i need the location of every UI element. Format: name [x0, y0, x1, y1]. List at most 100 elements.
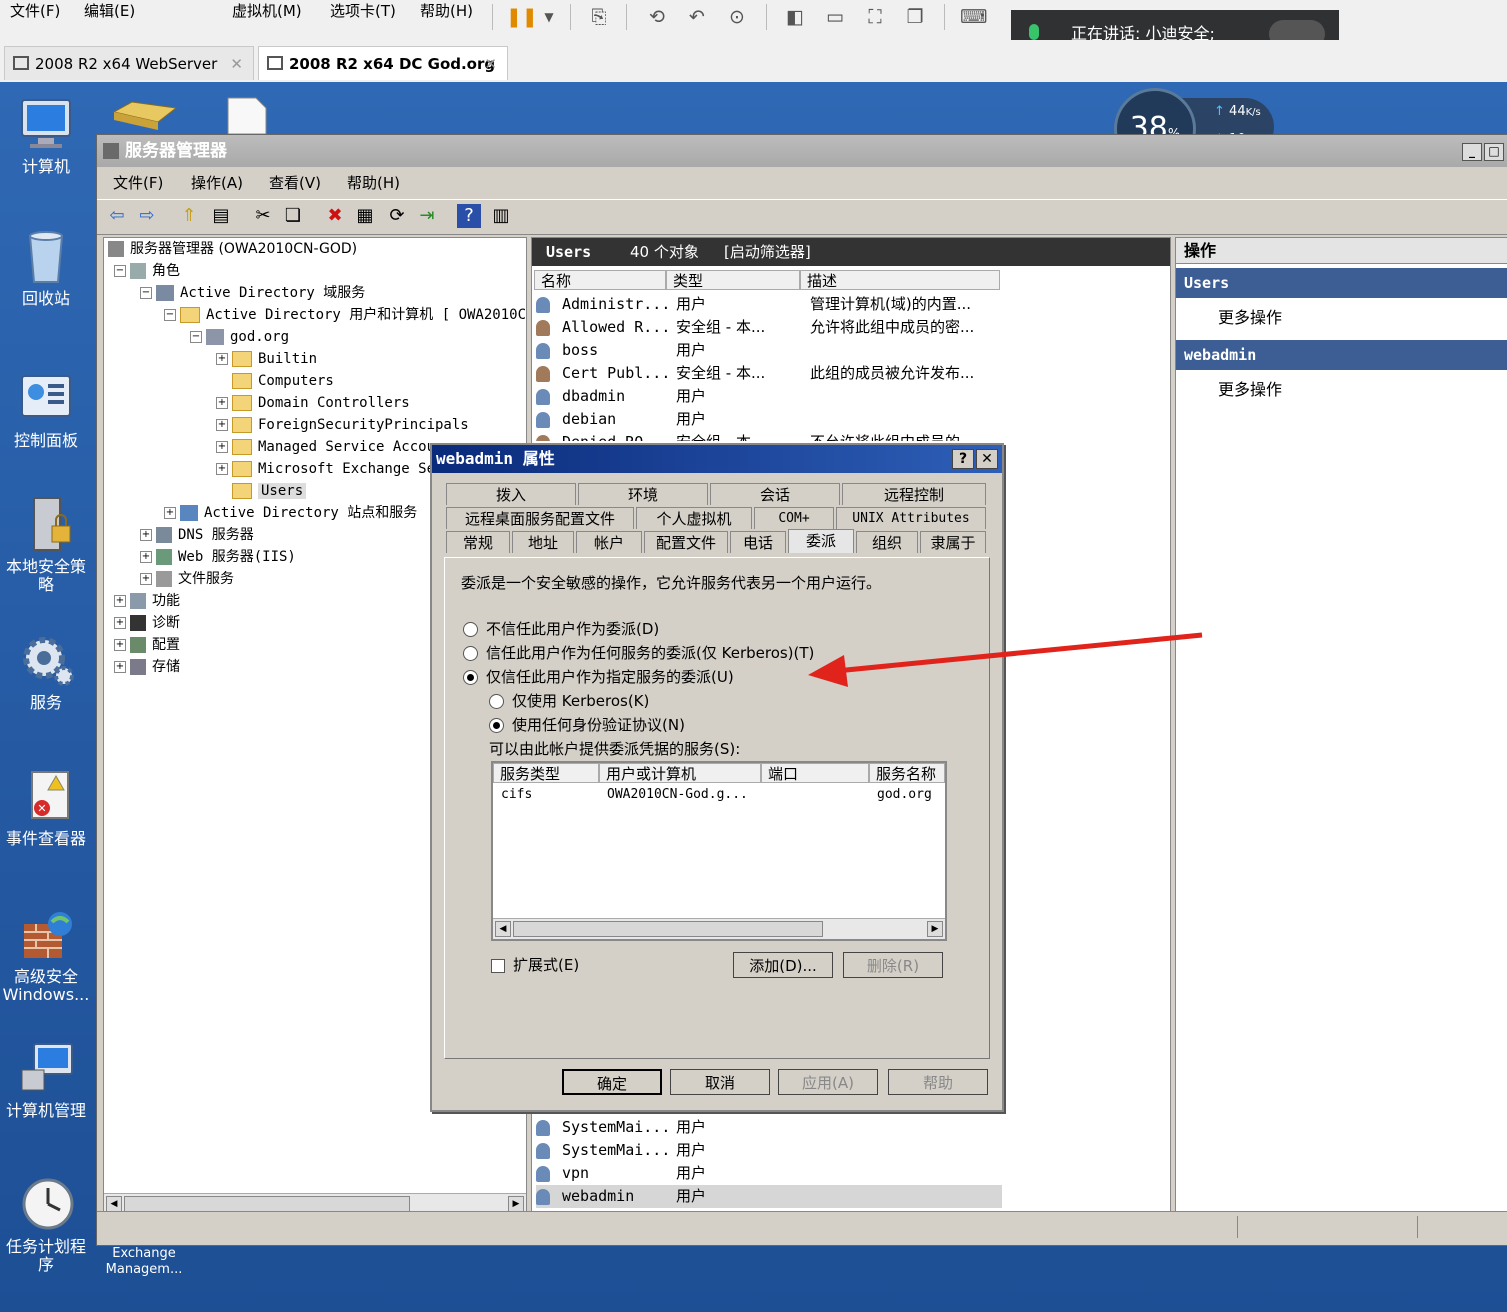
scroll-thumb[interactable] [124, 1196, 410, 1212]
desktop-icon-recycle-bin[interactable]: 回收站 [0, 228, 92, 308]
menu-file[interactable]: 文件(F) [113, 167, 163, 199]
list-row[interactable]: vpn 用户 [536, 1162, 1002, 1185]
tab-remote-control[interactable]: 远程控制 [842, 483, 986, 505]
refresh-icon[interactable]: ⟳ [385, 204, 409, 228]
tab-environment[interactable]: 环境 [578, 483, 708, 505]
tab-organization[interactable]: 组织 [856, 531, 918, 553]
column-service-type[interactable]: 服务类型 [493, 763, 599, 783]
tree-item-computers[interactable]: Computers [232, 370, 334, 392]
more-actions-link[interactable]: 更多操作 [1218, 376, 1282, 400]
collapse-icon[interactable]: − [140, 287, 152, 299]
collapse-icon[interactable]: − [114, 265, 126, 277]
expand-icon[interactable]: + [140, 529, 152, 541]
tree-item-configuration[interactable]: + 配置 [114, 634, 180, 656]
tree-item-aduc[interactable]: − Active Directory 用户和计算机 [ OWA2010C [164, 304, 526, 326]
add-button[interactable]: 添加(D)... [733, 952, 833, 978]
option-any-protocol[interactable]: 使用任何身份验证协议(N) [489, 714, 685, 735]
forward-icon[interactable]: ⇨ [135, 204, 159, 228]
up-folder-icon[interactable]: ⇑ [177, 204, 201, 228]
unity-icon[interactable]: ❐ [902, 4, 928, 30]
desktop-icon-task-scheduler[interactable]: 任务计划程序 [0, 1176, 92, 1274]
list-row[interactable]: Denied RO... 安全组 - 本... 不允许将此组中成员的... [536, 431, 1002, 441]
host-menu-vm[interactable]: 虚拟机(M) [232, 0, 302, 22]
list-row[interactable]: Cert Publ... 安全组 - 本... 此组的成员被允许发布... [536, 362, 1002, 385]
option-do-not-trust[interactable]: 不信任此用户作为委派(D) [463, 618, 659, 639]
tree-item-exchange[interactable]: + Microsoft Exchange Se [216, 458, 435, 480]
expanded-checkbox[interactable]: 扩展式(E) [491, 954, 579, 975]
actions-section-header[interactable]: Users [1176, 268, 1507, 298]
more-actions-link[interactable]: 更多操作 [1218, 304, 1282, 328]
radio-button[interactable] [463, 646, 478, 661]
close-icon[interactable]: ✕ [976, 449, 998, 469]
tree-item-managed-service[interactable]: + Managed Service Accou [216, 436, 435, 458]
host-menu-tabs[interactable]: 选项卡(T) [330, 0, 396, 22]
tree-item-ad-ds[interactable]: − Active Directory 域服务 [140, 282, 365, 304]
cut-icon[interactable]: ✂ [251, 204, 275, 228]
tree-item-storage[interactable]: + 存储 [114, 656, 180, 678]
action-pane-icon[interactable]: ▥ [489, 204, 513, 228]
pause-icon[interactable]: ❚❚ [506, 4, 538, 30]
tree-root[interactable]: 服务器管理器 (OWA2010CN-GOD) [108, 238, 357, 260]
show-hide-tree-icon[interactable]: ▤ [209, 204, 233, 228]
scroll-left-icon[interactable]: ◀ [106, 1196, 122, 1212]
column-port[interactable]: 端口 [761, 763, 869, 783]
tree-item-dns[interactable]: + DNS 服务器 [140, 524, 254, 546]
expand-icon[interactable]: + [114, 661, 126, 673]
thumbnail-icon[interactable]: ▭ [822, 4, 848, 30]
vm-tab-dc[interactable]: 2008 R2 x64 DC God.org ✕ [258, 46, 508, 80]
menu-action[interactable]: 操作(A) [191, 167, 243, 199]
expand-icon[interactable]: + [114, 639, 126, 651]
desktop-icon-local-security-policy[interactable]: 本地安全策略 [0, 496, 92, 594]
back-icon[interactable]: ⇦ [105, 204, 129, 228]
tree-item-domain-controllers[interactable]: + Domain Controllers [216, 392, 410, 414]
collapse-icon[interactable]: − [164, 309, 176, 321]
window-titlebar[interactable]: 服务器管理器 _ □ [97, 135, 1507, 167]
apply-button[interactable]: 应用(A) [778, 1069, 878, 1095]
expand-icon[interactable]: + [216, 463, 228, 475]
tree-item-file-services[interactable]: + 文件服务 [140, 568, 234, 590]
desktop-icon-firewall[interactable]: 高级安全 Windows... [0, 906, 92, 1004]
column-type[interactable]: 类型 [666, 270, 800, 290]
delete-icon[interactable]: ✖ [323, 204, 347, 228]
tree-item-diagnostics[interactable]: + 诊断 [114, 612, 180, 634]
actions-section-header[interactable]: webadmin [1176, 340, 1507, 370]
dialog-titlebar[interactable]: webadmin 属性 ? ✕ [432, 445, 1002, 473]
scroll-right-icon[interactable]: ▶ [508, 1196, 524, 1212]
column-description[interactable]: 描述 [800, 270, 1000, 290]
properties-icon[interactable]: ▦ [353, 204, 377, 228]
host-menu-help[interactable]: 帮助(H) [420, 0, 473, 22]
tree-item-features[interactable]: + 功能 [114, 590, 180, 612]
tab-telephones[interactable]: 电话 [730, 531, 786, 553]
context-help-button[interactable]: ? [952, 449, 974, 469]
option-trust-specified-services[interactable]: 仅信任此用户作为指定服务的委派(U) [463, 666, 734, 687]
close-icon[interactable]: ✕ [230, 47, 243, 81]
expand-icon[interactable]: + [216, 397, 228, 409]
column-service-name[interactable]: 服务名称 [869, 763, 945, 783]
ok-button[interactable]: 确定 [562, 1069, 662, 1095]
expand-icon[interactable]: + [164, 507, 176, 519]
host-menu-edit[interactable]: 编辑(E) [84, 0, 135, 22]
desktop-icon-exchange[interactable]: Exchange Managem... [98, 1246, 190, 1278]
desktop-icon-computer[interactable]: 计算机 [0, 96, 92, 176]
close-icon[interactable]: ✕ [484, 47, 497, 81]
tab-general[interactable]: 常规 [446, 531, 510, 553]
column-name[interactable]: 名称 [534, 270, 666, 290]
service-row[interactable]: cifs OWA2010CN-God.g... god.org [493, 787, 945, 807]
console-icon[interactable]: ⌨ [960, 4, 987, 30]
tab-delegation[interactable]: 委派 [788, 529, 854, 553]
radio-button[interactable] [489, 694, 504, 709]
tree-item-roles[interactable]: − 角色 [114, 260, 180, 282]
list-row[interactable]: SystemMai... 用户 [536, 1116, 1002, 1139]
desktop-icon-folder[interactable] [112, 98, 178, 134]
menu-view[interactable]: 查看(V) [269, 167, 321, 199]
horizontal-scrollbar[interactable]: ◀ ▶ [493, 918, 945, 939]
scroll-right-icon[interactable]: ▶ [927, 921, 943, 937]
radio-button-selected[interactable] [489, 718, 504, 733]
tab-sessions[interactable]: 会话 [710, 483, 840, 505]
expand-icon[interactable]: + [216, 353, 228, 365]
desktop-icon-event-viewer[interactable]: ✕ 事件查看器 [0, 768, 92, 848]
radio-button-selected[interactable] [463, 670, 478, 685]
menu-help[interactable]: 帮助(H) [347, 167, 400, 199]
list-row[interactable]: Allowed R... 安全组 - 本... 允许将此组中成员的密... [536, 316, 1002, 339]
expand-icon[interactable]: + [114, 595, 126, 607]
